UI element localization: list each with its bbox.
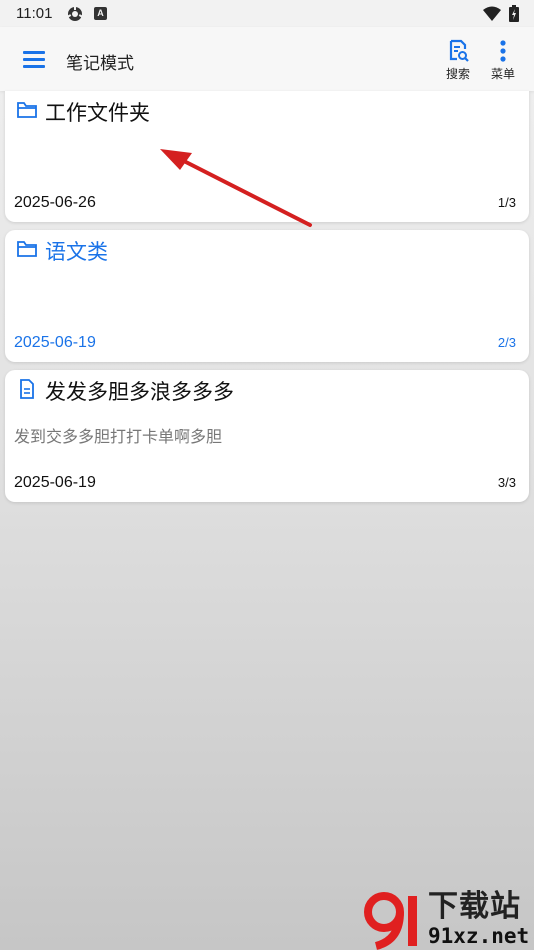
note-card[interactable]: 语文类 2025-06-19 2/3 <box>5 230 529 362</box>
document-icon <box>20 379 34 399</box>
note-title: 工作文件夹 <box>45 101 150 125</box>
note-date: 2025-06-19 <box>14 334 96 351</box>
note-title: 发发多胆多浪多多多 <box>45 380 234 404</box>
battery-icon <box>509 5 519 22</box>
watermark: 下载站 91xz.net <box>362 890 530 950</box>
more-vert-icon <box>500 40 506 62</box>
sync-status-icon <box>67 6 83 21</box>
search-button[interactable]: 搜索 <box>438 39 478 85</box>
note-card[interactable]: 发发多胆多浪多多多 发到交多多胆打打卡单啊多胆 2025-06-19 3/3 <box>5 370 529 502</box>
note-snippet: 发到交多多胆打打卡单啊多胆 <box>14 427 223 446</box>
watermark-logo-icon <box>364 892 417 950</box>
watermark-name: 下载站 <box>428 889 521 924</box>
keyboard-status-icon: A <box>94 7 107 20</box>
search-doc-icon <box>449 39 469 62</box>
folder-icon <box>17 102 37 118</box>
status-bar: 11:01 A <box>0 0 534 27</box>
menu-button[interactable]: 菜单 <box>483 39 523 85</box>
menu-label: 菜单 <box>490 67 515 81</box>
status-time: 11:01 <box>16 5 53 22</box>
app-bar: 笔记模式 搜索 菜单 <box>0 27 534 91</box>
menu-icon[interactable] <box>14 43 54 77</box>
page-title: 笔记模式 <box>66 54 134 74</box>
note-card[interactable]: 工作文件夹 2025-06-26 1/3 <box>5 91 529 222</box>
note-index: 3/3 <box>497 475 516 490</box>
search-label: 搜索 <box>445 67 470 81</box>
note-date: 2025-06-19 <box>14 474 96 491</box>
note-index: 2/3 <box>497 335 516 350</box>
note-date: 2025-06-26 <box>14 194 96 211</box>
note-index: 1/3 <box>497 195 516 210</box>
folder-icon <box>17 241 37 257</box>
wifi-icon <box>483 6 501 21</box>
watermark-url: 91xz.net <box>428 924 530 948</box>
note-title: 语文类 <box>45 240 108 264</box>
